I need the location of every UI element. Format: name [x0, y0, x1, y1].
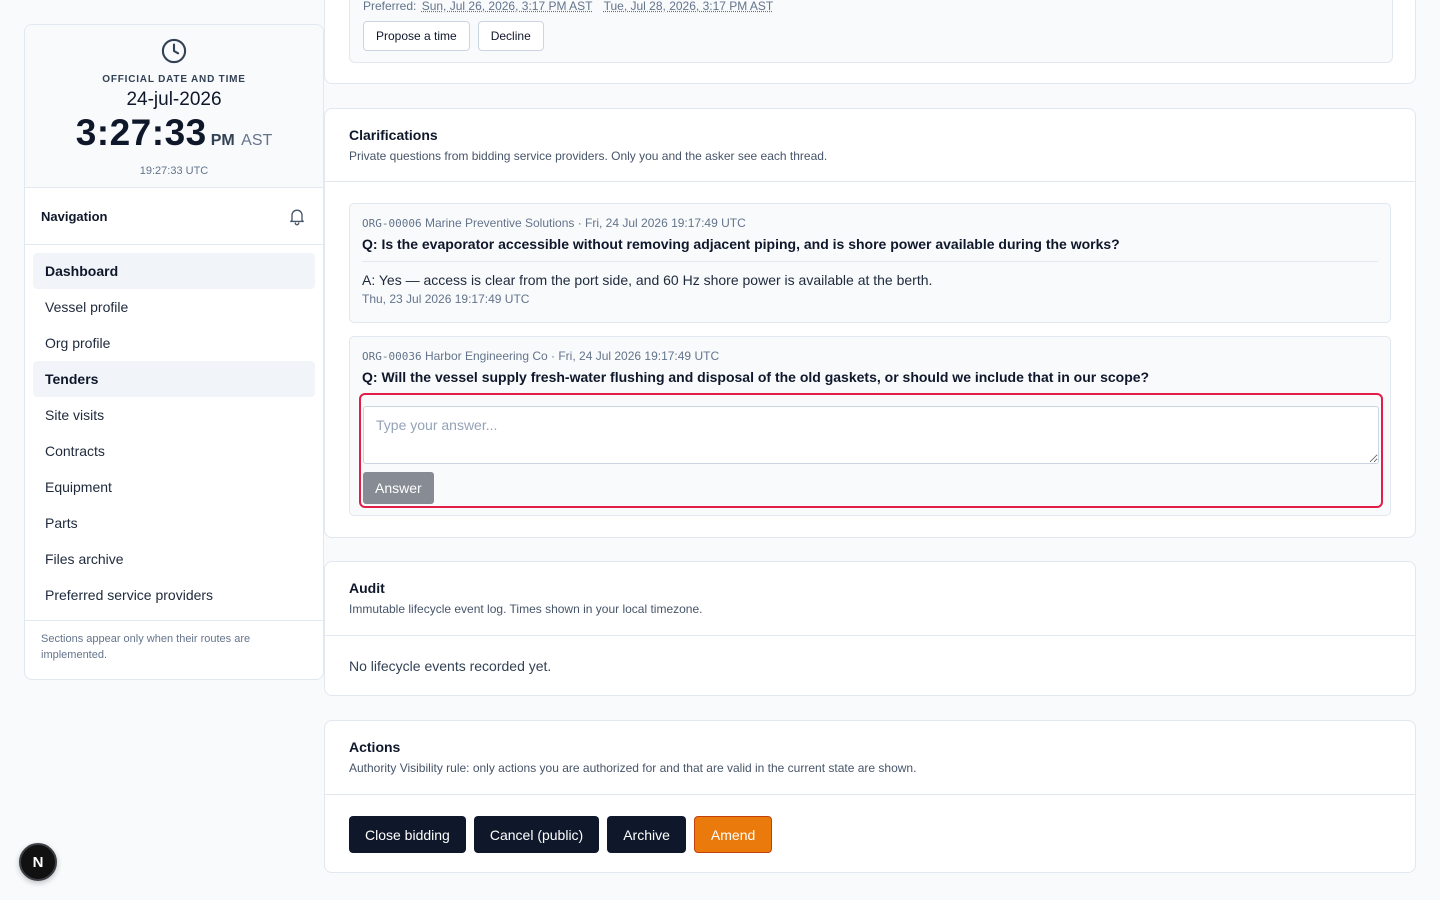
close-bidding-button[interactable]: Close bidding — [349, 816, 466, 853]
sidebar-item-vessel-profile[interactable]: Vessel profile — [33, 289, 315, 325]
decline-button[interactable]: Decline — [477, 21, 544, 51]
thread-org-and-time: Marine Preventive Solutions · Fri, 24 Ju… — [424, 216, 746, 230]
thread-divider — [362, 261, 1378, 262]
preferred-date-1: Sun, Jul 26, 2026, 3:17 PM AST — [421, 0, 593, 13]
thread-answer: A: Yes — access is clear from the port s… — [362, 272, 933, 288]
clarifications-title: Clarifications — [349, 127, 438, 143]
clock-timezone: AST — [241, 132, 273, 149]
site-visit-buttons: Propose a time Decline — [363, 21, 544, 51]
sidebar-item-site-visits[interactable]: Site visits — [33, 397, 315, 433]
answer-button[interactable]: Answer — [363, 472, 434, 504]
audit-empty-state: No lifecycle events recorded yet. — [349, 658, 552, 674]
site-visit-card: Preferred: Sun, Jul 26, 2026, 3:17 PM AS… — [324, 0, 1416, 84]
clarification-thread: ORG-00006 Marine Preventive Solutions · … — [349, 203, 1391, 323]
propose-time-button[interactable]: Propose a time — [363, 21, 470, 51]
clarification-thread: ORG-00036 Harbor Engineering Co · Fri, 2… — [349, 336, 1391, 516]
nav-list: Dashboard Vessel profile Org profile Ten… — [25, 245, 323, 621]
thread-meta: ORG-00036 Harbor Engineering Co · Fri, 2… — [362, 349, 1378, 363]
sidebar-item-tenders[interactable]: Tenders — [33, 361, 315, 397]
site-visit-request: Preferred: Sun, Jul 26, 2026, 3:17 PM AS… — [349, 0, 1393, 63]
answer-form: Answer — [359, 393, 1383, 508]
clock-icon — [161, 38, 187, 64]
sidebar-item-dashboard[interactable]: Dashboard — [33, 253, 315, 289]
sidebar-item-files-archive[interactable]: Files archive — [33, 541, 315, 577]
thread-org-and-time: Harbor Engineering Co · Fri, 24 Jul 2026… — [424, 349, 720, 363]
clock-ampm: PM — [210, 132, 235, 149]
official-clock: OFFICIAL DATE AND TIME 24-jul-2026 3:27:… — [25, 25, 323, 188]
bell-icon[interactable] — [287, 206, 307, 226]
actions-header: Actions Authority Visibility rule: only … — [325, 721, 1415, 795]
sidebar-item-preferred-service-providers[interactable]: Preferred service providers — [33, 577, 315, 613]
audit-header: Audit Immutable lifecycle event log. Tim… — [325, 562, 1415, 636]
action-buttons: Close bidding Cancel (public) Archive Am… — [325, 795, 1415, 874]
clock-time-row: 3:27:33 PM AST — [25, 113, 323, 161]
thread-meta: ORG-00006 Marine Preventive Solutions · … — [362, 216, 1378, 230]
audit-subtitle: Immutable lifecycle event log. Times sho… — [349, 602, 703, 616]
preferred-label: Preferred: — [363, 0, 417, 13]
actions-card: Actions Authority Visibility rule: only … — [324, 720, 1416, 873]
audit-title: Audit — [349, 580, 385, 596]
sidebar-item-contracts[interactable]: Contracts — [33, 433, 315, 469]
answer-input[interactable] — [363, 406, 1379, 464]
clarifications-card: Clarifications Private questions from bi… — [324, 108, 1416, 538]
thread-question: Q: Is the evaporator accessible without … — [362, 236, 1120, 252]
actions-title: Actions — [349, 739, 401, 755]
sidebar-item-org-profile[interactable]: Org profile — [33, 325, 315, 361]
nav-title: Navigation — [41, 208, 108, 224]
nav-header: Navigation — [25, 188, 323, 245]
clock-time: 3:27:33 — [75, 112, 207, 153]
sidebar-item-equipment[interactable]: Equipment — [33, 469, 315, 505]
preferred-date-2: Tue, Jul 28, 2026, 3:17 PM AST — [603, 0, 774, 13]
preferred-dates: Preferred: Sun, Jul 26, 2026, 3:17 PM AS… — [363, 0, 773, 13]
clarifications-header: Clarifications Private questions from bi… — [325, 109, 1415, 182]
clock-caption: OFFICIAL DATE AND TIME — [102, 74, 246, 85]
archive-button[interactable]: Archive — [607, 816, 686, 853]
clarifications-subtitle: Private questions from bidding service p… — [349, 149, 828, 163]
thread-question: Q: Will the vessel supply fresh-water fl… — [362, 369, 1150, 385]
cancel-public-button[interactable]: Cancel (public) — [473, 816, 600, 853]
sidebar-item-parts[interactable]: Parts — [33, 505, 315, 541]
sidebar-note: Sections appear only when their routes a… — [41, 633, 251, 661]
amend-button[interactable]: Amend — [693, 816, 773, 853]
sidebar: OFFICIAL DATE AND TIME 24-jul-2026 3:27:… — [24, 24, 324, 680]
clock-utc: 19:27:33 UTC — [139, 165, 209, 177]
thread-answer-time: Thu, 23 Jul 2026 19:17:49 UTC — [362, 292, 530, 306]
actions-subtitle: Authority Visibility rule: only actions … — [349, 761, 917, 775]
dev-tools-badge[interactable]: N — [19, 843, 57, 881]
thread-org-id: ORG-00036 — [362, 350, 422, 363]
clock-date: 24-jul-2026 — [126, 89, 222, 110]
audit-card: Audit Immutable lifecycle event log. Tim… — [324, 561, 1416, 696]
thread-org-id: ORG-00006 — [362, 217, 422, 230]
